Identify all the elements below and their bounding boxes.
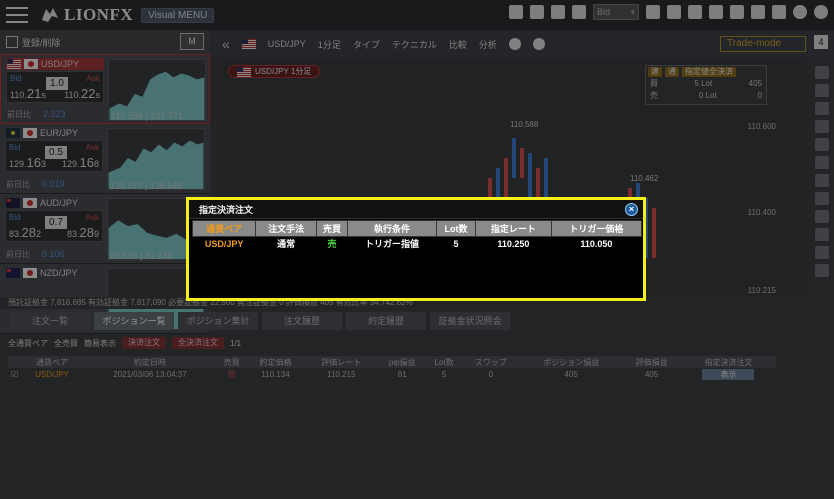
settle-order-dialog: 指定決済注文 × 通貨ペア 注文手法 売買 執行条件 Lot数 指定レート トリ… — [186, 197, 646, 301]
order-row[interactable]: USD/JPY 通常 売 トリガー指値 5 110.250 110.050 — [192, 236, 642, 251]
order-lots: 5 — [436, 236, 476, 251]
order-trigger: 110.050 — [551, 236, 642, 251]
order-rate: 110.250 — [475, 236, 552, 251]
order-side: 売 — [316, 236, 348, 251]
dialog-title: 指定決済注文 — [199, 204, 254, 215]
order-pair: USD/JPY — [192, 236, 256, 251]
order-table: 通貨ペア 注文手法 売買 執行条件 Lot数 指定レート トリガー価格 USD/… — [191, 220, 643, 251]
order-method: 通常 — [255, 236, 317, 251]
order-table-header: 通貨ペア 注文手法 売買 執行条件 Lot数 指定レート トリガー価格 — [191, 220, 643, 237]
order-condition: トリガー指値 — [347, 236, 437, 251]
dialog-header: 指定決済注文 × — [189, 200, 643, 219]
close-icon[interactable]: × — [625, 203, 638, 216]
